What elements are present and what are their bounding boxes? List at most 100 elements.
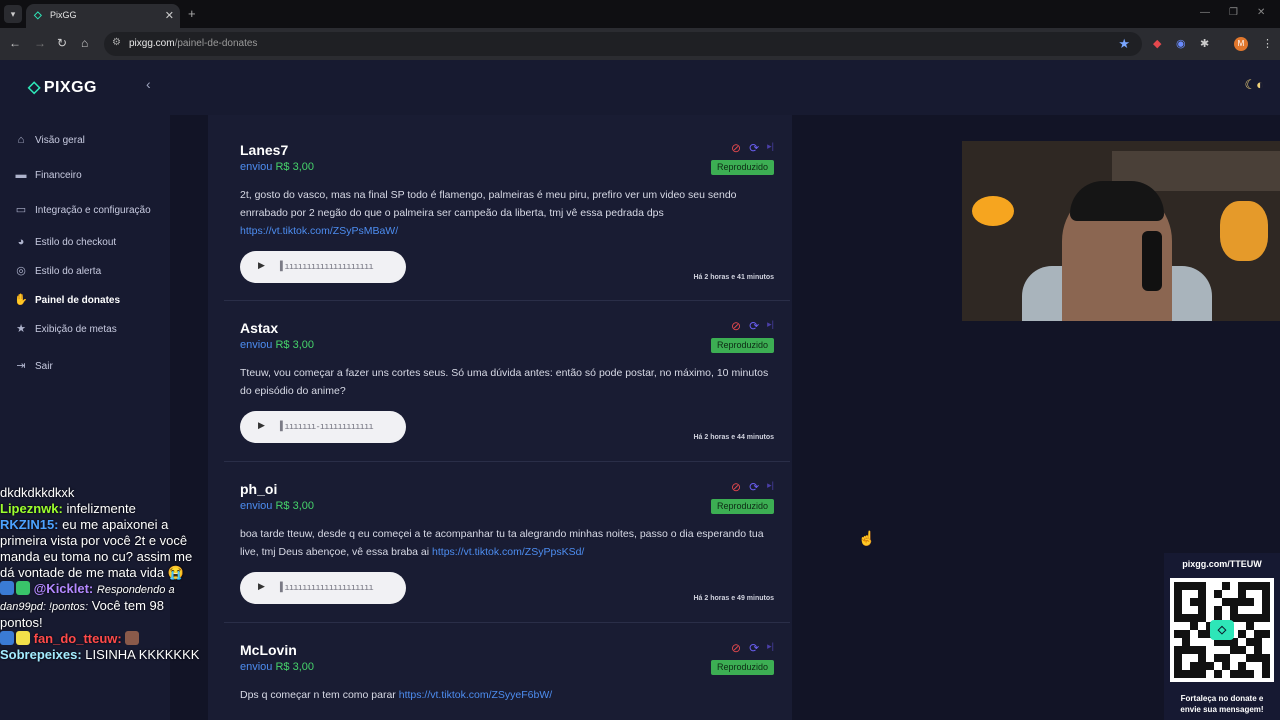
sidebar-item-integracao[interactable]: ▭ Integração e configuração [14, 200, 151, 220]
block-icon[interactable]: ⊘ [731, 480, 741, 494]
microphone [1142, 231, 1162, 291]
skip-icon[interactable]: ▸| [767, 641, 774, 655]
sidebar-item-estilo-checkout[interactable]: ◕ Estilo do checkout [14, 232, 117, 252]
chat-username: RKZIN15: [0, 517, 59, 532]
bookmark-star-icon[interactable]: ★ [1118, 36, 1130, 52]
replay-icon[interactable]: ⟳ [749, 480, 759, 494]
block-icon[interactable]: ⊘ [731, 141, 741, 155]
tab-title: PixGG [50, 10, 77, 20]
browser-tab[interactable]: ◇ PixGG ✕ [26, 4, 180, 28]
close-window-icon[interactable]: ✕ [1257, 7, 1265, 18]
audio-player[interactable]: ▶ ▌ııııııı-ıııııııııııı [240, 411, 406, 443]
qr-code[interactable]: ◇ [1170, 578, 1274, 682]
block-icon[interactable]: ⊘ [731, 641, 741, 655]
pixgg-logo[interactable]: ◇ PIXGG [28, 77, 97, 97]
sidebar-item-label: Estilo do checkout [35, 236, 117, 248]
donation-amount: enviou R$ 3,00 [240, 661, 315, 673]
restore-icon[interactable]: ❐ [1229, 7, 1238, 18]
site-info-icon[interactable]: ⚙ [112, 37, 121, 48]
chat-message: RKZIN15: eu me apaixonei a primeira vist… [0, 517, 193, 580]
browser-tabbar: ▾ ◇ PixGG ✕ + — ❐ ✕ [0, 0, 1280, 28]
extensions-puzzle-icon[interactable]: ✱ [1200, 37, 1209, 50]
audio-player[interactable]: ▶ ▌ıııııııııııııııııııı [240, 251, 406, 283]
chat-username: Lipeznwk: [0, 501, 63, 516]
waveform[interactable]: ▌ııııııı-ıııııııııııı [280, 422, 374, 432]
home-icon: ⌂ [17, 134, 25, 146]
lamp [972, 196, 1014, 226]
donation-message: boa tarde tteuw, desde q eu começei a te… [240, 528, 764, 558]
sidebar-item-estilo-alerta[interactable]: ◎ Estilo do alerta [14, 261, 101, 281]
audio-player[interactable]: ▶ ▌ıııııııııııııııııııı [240, 572, 406, 604]
chat-username: Sobrepeixes: [0, 647, 82, 662]
webcam-feed [962, 141, 1280, 321]
skip-icon[interactable]: ▸| [767, 319, 774, 333]
new-tab-icon[interactable]: + [188, 6, 196, 21]
status-badge: Reproduzido [710, 160, 774, 175]
chat-message: Sobrepeixes: LISINHA KKKKKKK [0, 647, 200, 662]
message-link[interactable]: https://vt.tiktok.com/ZSyPpsKSd/ [432, 546, 584, 558]
status-badge: Reproduzido [710, 499, 774, 514]
home-button-icon[interactable]: ⌂ [81, 36, 88, 50]
sidebar-item-financeiro[interactable]: ▬ Financeiro [14, 165, 82, 185]
donation-amount: enviou R$ 3,00 [240, 500, 315, 512]
sidebar-item-label: Painel de donates [35, 294, 121, 306]
theme-toggle-icon[interactable]: ☾◐ [1244, 77, 1264, 93]
extension-audio-icon[interactable]: ◉ [1176, 37, 1186, 50]
minimize-icon[interactable]: — [1200, 7, 1210, 18]
donation-time: Há 2 horas e 41 minutos [693, 274, 774, 281]
chat-badge-icon [0, 631, 14, 645]
chat-username: @Kicklet: [33, 581, 94, 596]
waveform[interactable]: ▌ıııııııııııııııııııı [280, 262, 374, 272]
pixgg-logo-icon: ◇ [28, 79, 41, 96]
sidebar-item-painel-donates[interactable]: ✋ Painel de donates [14, 290, 120, 310]
chat-message: fan_do_tteuw: [0, 631, 200, 647]
donation-time: Há 2 horas e 44 minutos [693, 434, 774, 441]
sidebar-item-visao-geral[interactable]: ⌂ Visão geral [14, 130, 85, 150]
donation-amount: enviou R$ 3,00 [240, 161, 315, 173]
browser-menu-icon[interactable]: ⋮ [1262, 37, 1273, 50]
integration-icon: ▭ [15, 204, 27, 216]
chat-message: @Kicklet: Respondendo a dan99pd: !pontos… [0, 581, 175, 630]
qr-title: pixgg.com/TTEUW [1182, 559, 1262, 569]
block-icon[interactable]: ⊘ [731, 319, 741, 333]
forward-icon[interactable]: → [34, 36, 46, 50]
tab-search-button[interactable]: ▾ [4, 5, 22, 23]
play-icon[interactable]: ▶ [258, 420, 265, 431]
mouse-cursor-icon: ☝ [858, 530, 876, 546]
sidebar-item-sair[interactable]: ⇥ Sair [14, 356, 53, 376]
url-input[interactable]: ⚙ pixgg.com/painel-de-donates ★ [104, 32, 1142, 56]
chat-message: dkdkdkkdkxk [0, 485, 75, 500]
message-link[interactable]: https://vt.tiktok.com/ZSyPsMBaW/ [240, 225, 398, 237]
status-badge: Reproduzido [710, 338, 774, 353]
stream-chat: dkdkdkkdkxk Lipeznwk: infelizmente RKZIN… [0, 485, 200, 663]
chat-badge-icon [16, 631, 30, 645]
donation-actions: ⊘ ⟳ ▸| [731, 641, 774, 655]
replay-icon[interactable]: ⟳ [749, 141, 759, 155]
replay-icon[interactable]: ⟳ [749, 641, 759, 655]
profile-avatar[interactable]: M [1234, 37, 1248, 51]
sidebar-item-label: Sair [35, 360, 53, 372]
play-icon[interactable]: ▶ [258, 260, 265, 271]
collapse-sidebar-icon[interactable]: ‹ [146, 76, 151, 92]
lamp [1220, 201, 1268, 261]
extension-shield-icon[interactable]: ◆ [1153, 37, 1161, 50]
donation-card: Lanes7 enviou R$ 3,00 ⊘ ⟳ ▸| Reproduzido… [224, 123, 790, 301]
reload-icon[interactable]: ↻ [57, 36, 67, 50]
donor-name: McLovin [240, 642, 297, 658]
waveform[interactable]: ▌ıııııııııııııııııııı [280, 583, 374, 593]
donate-qr-widget: pixgg.com/TTEUW ◇ Fortaleça no donate ee… [1164, 553, 1280, 720]
replay-icon[interactable]: ⟳ [749, 319, 759, 333]
sidebar-item-label: Integração e configuração [35, 204, 151, 216]
donation-actions: ⊘ ⟳ ▸| [731, 480, 774, 494]
play-icon[interactable]: ▶ [258, 581, 265, 592]
sidebar-item-exibicao-metas[interactable]: ★ Exibição de metas [14, 319, 117, 339]
chat-username: fan_do_tteuw: [33, 631, 122, 646]
back-icon[interactable]: ← [9, 36, 21, 50]
skip-icon[interactable]: ▸| [767, 480, 774, 494]
donation-actions: ⊘ ⟳ ▸| [731, 141, 774, 155]
donation-time: Há 2 horas e 49 minutos [693, 595, 774, 602]
top-bar: ☾◐ [170, 60, 1280, 115]
close-tab-icon[interactable]: ✕ [165, 9, 174, 22]
skip-icon[interactable]: ▸| [767, 141, 774, 155]
message-link[interactable]: https://vt.tiktok.com/ZSyyeF6bW/ [399, 689, 552, 701]
